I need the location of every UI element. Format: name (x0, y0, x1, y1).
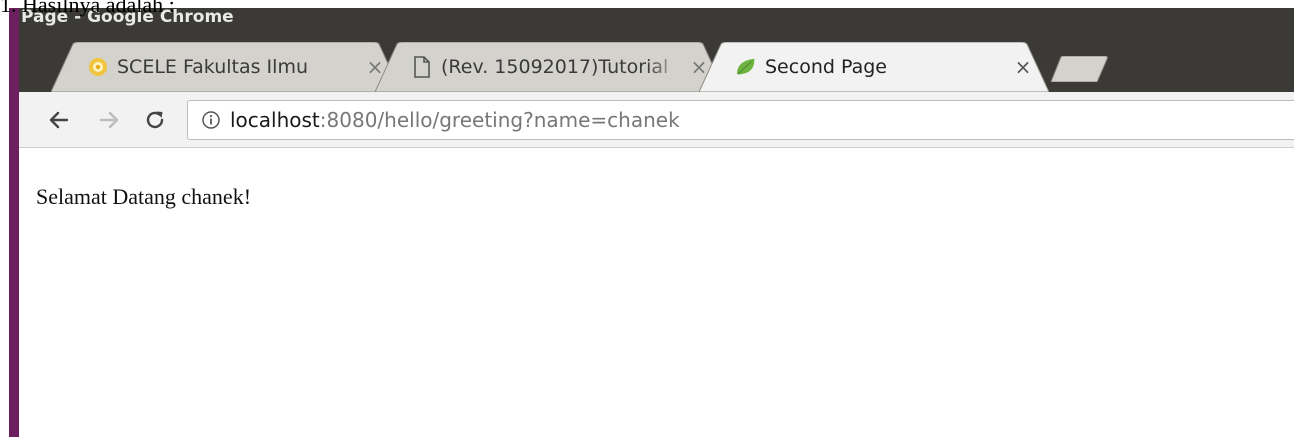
close-icon[interactable]: × (365, 55, 385, 79)
close-icon[interactable]: × (689, 55, 709, 79)
tab-second-page[interactable]: Second Page × (699, 42, 1049, 92)
scele-favicon-icon (87, 56, 109, 78)
reload-icon (146, 111, 164, 129)
tab-scele[interactable]: SCELE Fakultas Ilmu × (51, 42, 401, 92)
reload-button[interactable] (139, 104, 171, 136)
back-arrow-icon (49, 111, 69, 129)
tab-title: (Rev. 15092017)Tutorial (441, 56, 669, 78)
page-content: Selamat Datang chanek! (19, 149, 1294, 437)
url-path: :8080/hello/greeting?name=chanek (319, 108, 680, 132)
spring-leaf-icon (735, 56, 757, 78)
tab-title: Second Page (765, 56, 887, 78)
url-host: localhost (230, 108, 320, 132)
address-bar[interactable]: localhost:8080/hello/greeting?name=chane… (187, 100, 1294, 140)
tab-title: SCELE Fakultas Ilmu (117, 56, 308, 78)
launcher-edge (9, 8, 19, 437)
forward-arrow-icon (99, 111, 119, 129)
document-icon (411, 56, 433, 78)
tab-tutorial[interactable]: (Rev. 15092017)Tutorial × (375, 42, 725, 92)
close-icon[interactable]: × (1013, 55, 1033, 79)
new-tab-button[interactable] (1049, 56, 1109, 82)
tab-strip: SCELE Fakultas Ilmu × (Rev. 15092017)Tut… (19, 36, 1294, 92)
back-button[interactable] (43, 104, 75, 136)
browser-window: Page - Google Chrome SCELE Fakultas Ilmu… (9, 8, 1294, 437)
forward-button[interactable] (93, 104, 125, 136)
info-icon[interactable] (200, 109, 222, 131)
document-caption: 1. Hasilnya adalah : (0, 0, 175, 17)
window-titlebar: Page - Google Chrome (19, 8, 1294, 36)
browser-toolbar: localhost:8080/hello/greeting?name=chane… (19, 92, 1294, 148)
greeting-text: Selamat Datang chanek! (36, 184, 252, 209)
